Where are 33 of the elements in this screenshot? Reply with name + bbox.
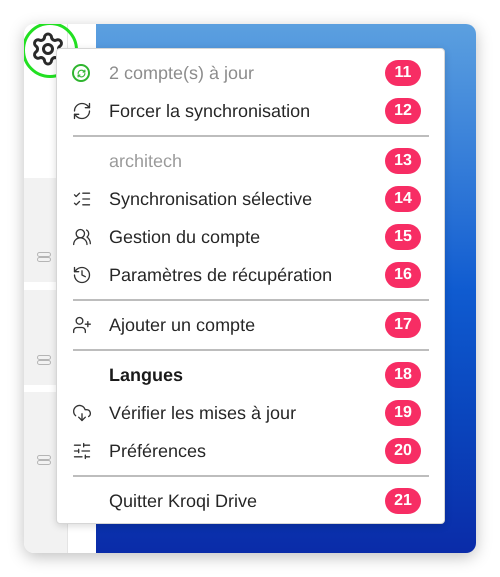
number-badge: 21 [385, 488, 421, 514]
menu-item[interactable]: Ajouter un compte [109, 312, 256, 338]
add-user-icon [72, 315, 92, 335]
number-badge: 14 [385, 186, 421, 212]
sync-status-icon [72, 64, 90, 82]
menu-item[interactable]: Synchronisation sélective [109, 186, 312, 212]
stacked-bars-icon [36, 252, 50, 262]
menu-item[interactable]: Vérifier les mises à jour [109, 400, 296, 426]
sliders-icon [72, 441, 92, 461]
number-badge: 12 [385, 98, 421, 124]
menu-item[interactable]: Préférences [109, 438, 206, 464]
menu-item[interactable]: Langues [109, 362, 184, 388]
menu-item[interactable]: Gestion du compte [109, 224, 260, 250]
number-badge: 13 [385, 148, 421, 174]
settings-icon [30, 31, 66, 67]
number-badge: 18 [385, 362, 421, 388]
menu-item[interactable]: Quitter Kroqi Drive [109, 488, 258, 514]
menu-item[interactable]: Paramètres de récupération [109, 262, 332, 288]
cloud-download-icon [72, 403, 92, 423]
number-badge: 19 [385, 400, 421, 426]
account-name: architech [109, 150, 182, 172]
number-badge: 16 [385, 262, 421, 288]
number-badge: 17 [385, 312, 421, 338]
stacked-bars-icon [36, 455, 50, 465]
refresh-icon [72, 101, 92, 121]
users-icon [72, 227, 92, 247]
number-badge: 15 [385, 224, 421, 250]
number-badge: 20 [385, 438, 421, 464]
status-text: 2 compte(s) à jour [109, 62, 254, 85]
stacked-bars-icon [36, 355, 50, 365]
number-badge: 11 [385, 60, 421, 86]
history-icon [72, 265, 92, 285]
menu-item[interactable]: Forcer la synchronisation [109, 98, 310, 124]
